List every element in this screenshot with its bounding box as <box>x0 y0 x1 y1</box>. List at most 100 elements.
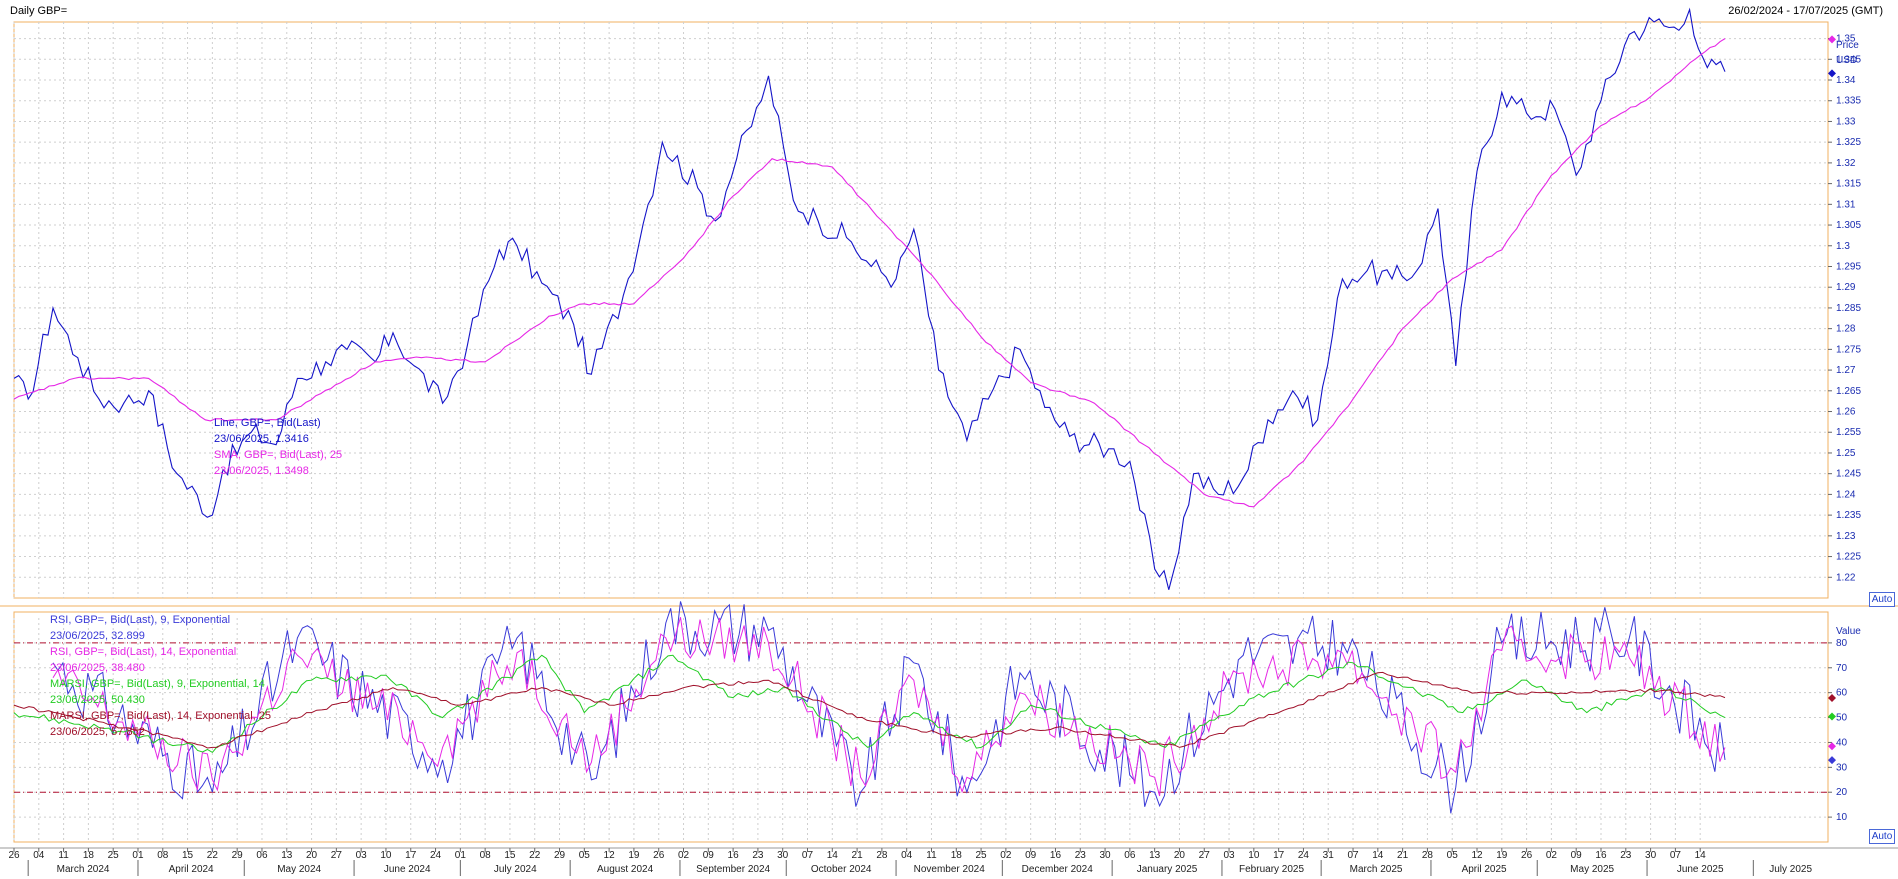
indicator-axis-title: Value <box>1836 626 1861 637</box>
price-tick-label: 1.27 <box>1836 365 1856 376</box>
price-tick-label: 1.24 <box>1836 489 1856 500</box>
x-month-label: May 2024 <box>277 864 321 875</box>
price-legend-label: SMA, GBP=, Bid(Last), 25 <box>214 449 342 461</box>
indicator-tick-label: 50 <box>1836 713 1848 724</box>
x-month-label: December 2024 <box>1022 864 1094 875</box>
indicator-tick-label: 60 <box>1836 688 1848 699</box>
x-day-label: 23 <box>752 850 764 861</box>
x-day-label: 22 <box>207 850 219 861</box>
x-day-label: 30 <box>1645 850 1657 861</box>
last-value-marker <box>1828 742 1836 751</box>
x-day-label: 25 <box>976 850 988 861</box>
x-day-label: 06 <box>1124 850 1136 861</box>
x-day-label: 11 <box>58 850 69 861</box>
x-day-label: 02 <box>678 850 690 861</box>
indicator-legend-label: RSI, GBP=, Bid(Last), 14, Exponential <box>50 646 236 658</box>
x-day-label: 30 <box>777 850 789 861</box>
indicator-tick-label: 10 <box>1836 812 1848 823</box>
x-day-label: 12 <box>604 850 616 861</box>
x-day-label: 12 <box>1471 850 1483 861</box>
x-day-label: 19 <box>628 850 640 861</box>
x-month-label: October 2024 <box>811 864 872 875</box>
x-day-label: 20 <box>1174 850 1186 861</box>
x-day-label: 14 <box>1695 850 1707 861</box>
x-day-label: 30 <box>1099 850 1111 861</box>
price-plot-frame <box>13 21 1829 599</box>
x-day-label: 14 <box>827 850 839 861</box>
x-day-label: 29 <box>554 850 566 861</box>
indicator-tick-label: 40 <box>1836 737 1848 748</box>
x-day-label: 08 <box>480 850 492 861</box>
x-day-label: 26 <box>653 850 665 861</box>
x-day-label: 10 <box>380 850 392 861</box>
x-day-label: 15 <box>504 850 516 861</box>
x-day-label: 05 <box>579 850 591 861</box>
indicator-legend-value: 23/06/2025, 50.430 <box>50 694 145 706</box>
indicator-tick-label: 70 <box>1836 663 1848 674</box>
price-axis-title: Price <box>1836 40 1859 51</box>
x-day-label: 01 <box>455 850 467 861</box>
x-month-label: April 2024 <box>169 864 214 875</box>
price-tick-label: 1.265 <box>1836 386 1861 397</box>
x-day-label: 27 <box>331 850 343 861</box>
x-month-label: August 2024 <box>597 864 654 875</box>
x-day-label: 28 <box>876 850 888 861</box>
last-value-marker <box>1828 69 1836 78</box>
indicator-legend-label: MARSI, GBP=, Bid(Last), 14, Exponential,… <box>50 710 271 722</box>
indicator-legend-label: RSI, GBP=, Bid(Last), 9, Exponential <box>50 614 230 626</box>
x-day-label: 03 <box>356 850 368 861</box>
x-day-label: 09 <box>703 850 715 861</box>
price-tick-label: 1.32 <box>1836 158 1856 169</box>
x-day-label: 18 <box>951 850 963 861</box>
last-value-marker <box>1828 756 1836 765</box>
indicator-auto-button[interactable]: Auto <box>1869 829 1895 844</box>
x-month-label: March 2024 <box>57 864 110 875</box>
x-day-label: 18 <box>83 850 95 861</box>
x-day-label: 24 <box>1298 850 1310 861</box>
x-day-label: 28 <box>1422 850 1434 861</box>
x-day-label: 13 <box>1149 850 1161 861</box>
price-tick-label: 1.315 <box>1836 179 1861 190</box>
x-month-label: June 2024 <box>384 864 431 875</box>
x-month-label: July 2025 <box>1769 864 1812 875</box>
x-day-label: 29 <box>232 850 244 861</box>
indicator-tick-label: 30 <box>1836 762 1848 773</box>
indicator-tick-label: 20 <box>1836 787 1848 798</box>
x-day-label: 25 <box>108 850 120 861</box>
price-line <box>13 7 1726 590</box>
price-tick-label: 1.23 <box>1836 531 1856 542</box>
x-month-label: April 2025 <box>1462 864 1507 875</box>
x-month-label: November 2024 <box>914 864 986 875</box>
price-legend-label: Line, GBP=, Bid(Last) <box>214 417 321 429</box>
indicator-legend-value: 23/06/2025, 32.899 <box>50 630 145 642</box>
x-day-label: 03 <box>1223 850 1235 861</box>
price-tick-label: 1.22 <box>1836 572 1856 583</box>
price-auto-button[interactable]: Auto <box>1869 592 1895 607</box>
indicator-tick-label: 80 <box>1836 638 1848 649</box>
x-month-label: June 2025 <box>1677 864 1724 875</box>
grid <box>13 22 1828 842</box>
price-tick-label: 1.34 <box>1836 75 1856 86</box>
x-day-label: 27 <box>1199 850 1211 861</box>
price-tick-label: 1.285 <box>1836 303 1861 314</box>
x-day-label: 14 <box>1372 850 1384 861</box>
x-day-label: 16 <box>1050 850 1062 861</box>
price-tick-label: 1.31 <box>1836 199 1856 210</box>
x-month-label: February 2025 <box>1239 864 1304 875</box>
x-day-label: 24 <box>430 850 442 861</box>
price-tick-label: 1.295 <box>1836 261 1861 272</box>
last-value-marker <box>1828 712 1836 721</box>
price-tick-label: 1.275 <box>1836 344 1861 355</box>
price-tick-label: 1.25 <box>1836 448 1856 459</box>
indicator-legend-value: 23/06/2025, 38.480 <box>50 662 145 674</box>
x-day-label: 09 <box>1571 850 1583 861</box>
x-day-label: 23 <box>1075 850 1087 861</box>
indicator-legend-value: 23/06/2025, 57.852 <box>50 726 145 738</box>
chart-canvas[interactable]: 26 04 11 18 25 01 08 15 22 29 06 13 20 27 03 10 17 24 01 08… <box>0 0 1898 879</box>
x-day-label: 19 <box>1496 850 1508 861</box>
price-tick-label: 1.325 <box>1836 137 1861 148</box>
x-day-label: 21 <box>1397 850 1409 861</box>
last-value-marker <box>1828 694 1836 703</box>
x-month-label: September 2024 <box>696 864 770 875</box>
last-value-marker <box>1828 35 1836 44</box>
